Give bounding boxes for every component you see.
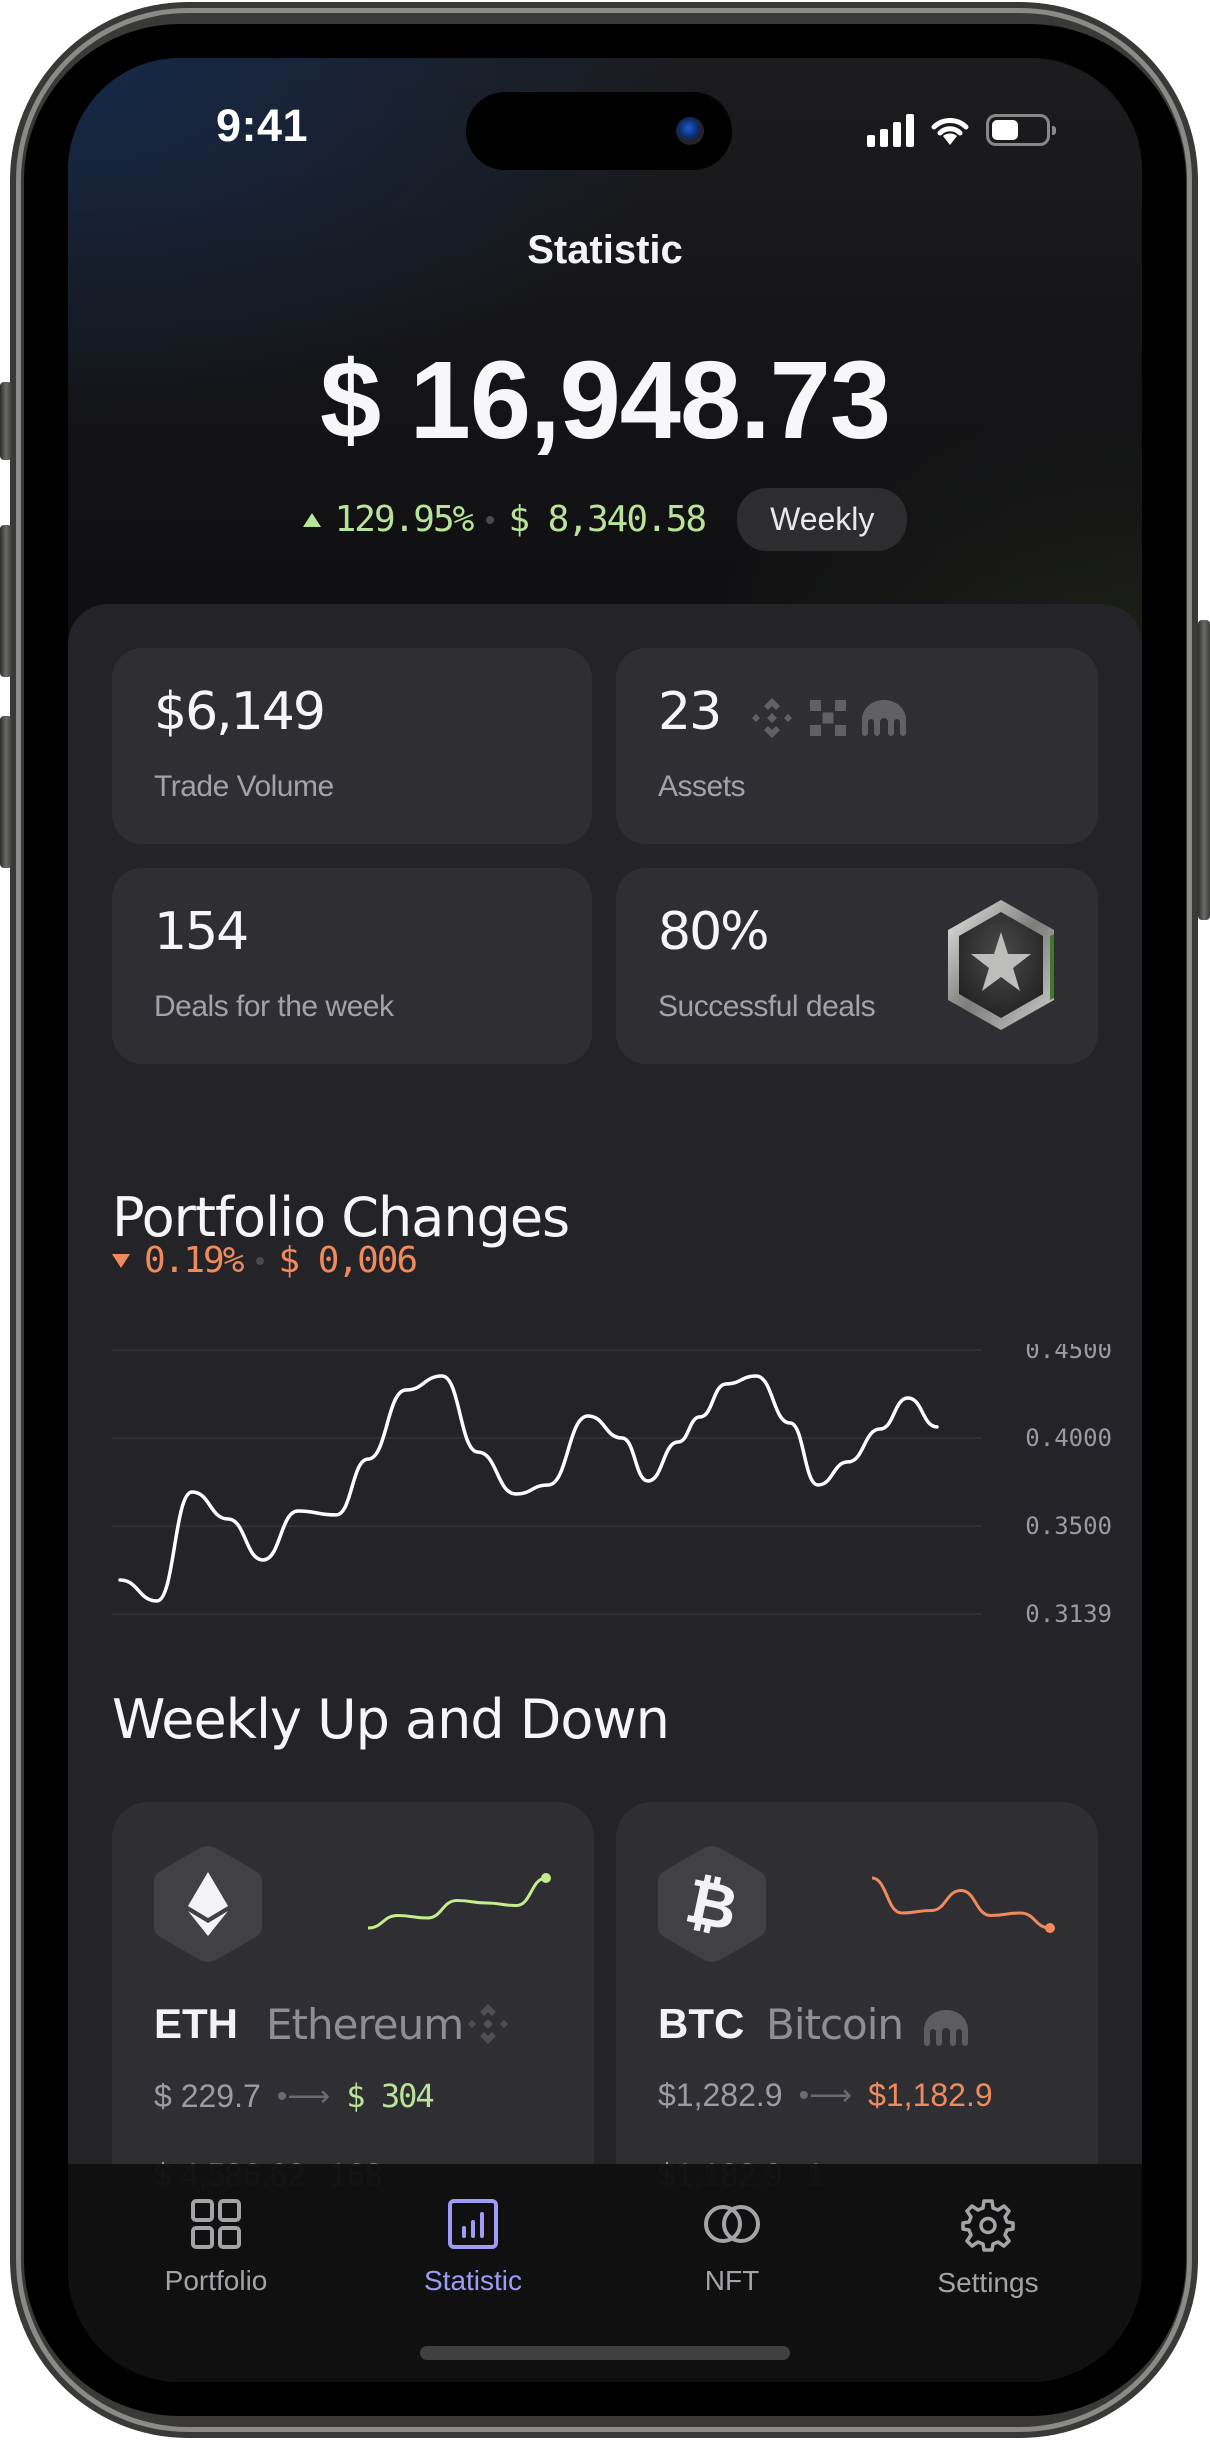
star-badge-icon [948,900,1054,1030]
coin-symbol: ETH [154,2000,238,2047]
period-selector-button[interactable]: Weekly [737,488,908,551]
y-tick-label: 0.4500 [1025,1344,1112,1364]
status-icons [867,113,1056,147]
sparkline-path [367,1876,547,1930]
status-time: 9:41 [216,100,309,151]
portfolio-line-chart[interactable]: 0.4500 0.4000 0.3500 0.3139 [112,1344,1122,1624]
btc-sparkline [871,1876,1055,1933]
eth-sparkline [367,1873,551,1930]
balance-change-amount: $ 8,340.58 [508,499,707,540]
triangle-up-icon [302,512,321,527]
stat-label: Deals for the week [154,990,394,1023]
home-indicator[interactable] [420,2346,790,2360]
coin-symbol: BTC [658,2000,745,2047]
power-button [1198,620,1210,920]
stat-value: 80% [658,902,770,962]
tab-settings[interactable]: Settings [888,2198,1088,2299]
sparkline-end-dot [541,1873,551,1883]
stat-label: Successful deals [658,990,876,1023]
separator-dot [486,515,495,524]
rings-icon [704,2205,760,2243]
bar-chart-icon [448,2199,498,2249]
sparkline-path [871,1876,1051,1930]
price-from: $1,282.9 [658,2077,783,2113]
arrow-right-icon: •⟶ [798,2079,853,2112]
app-screen: 9:41 Statistic $ 16,948.73 129.95% $ 8,3… [68,58,1142,2382]
volume-up-button [0,525,12,677]
stat-value: $6,149 [154,682,326,742]
balance-change: 129.95% $ 8,340.58 Weekly [68,488,1142,551]
grid-icon [191,2199,241,2249]
page-title: Statistic [527,228,683,272]
stat-label: Assets [658,770,746,803]
coin-name: Bitcoin [766,2000,904,2049]
price-change: $ 229.7 •⟶ $ 304 [154,2077,435,2115]
kraken-icon [924,2010,968,2046]
portfolio-change-percent: 0.19% [144,1240,244,1281]
stat-card-deals[interactable]: 154 Deals for the week [112,868,592,1064]
hexagon-badge: ₿ [658,1846,766,1962]
binance-icon [468,2004,508,2044]
stat-value: 154 [154,902,249,962]
triangle-down-icon [112,1253,130,1268]
total-balance: $ 16,948.73 [319,339,891,462]
tab-label: Statistic [423,2265,523,2296]
coin-card-eth[interactable]: ETH Ethereum $ 229.7 •⟶ $ 304 $ 4,586.62… [112,1802,594,2222]
binance-icon [752,698,792,738]
tab-label: NFT [704,2265,760,2296]
price-to: $1,182.9 [868,2077,993,2113]
tab-label: Settings [937,2267,1039,2298]
silence-switch [0,382,12,460]
sparkline-end-dot [1045,1923,1055,1933]
weekly-title: Weekly Up and Down [112,1688,670,1751]
hexagon-badge [154,1846,262,1962]
price-to: $ 304 [346,2077,434,2115]
tab-nft[interactable]: NFT [632,2198,832,2297]
dynamic-island [466,92,732,170]
coin-card-btc[interactable]: ₿ BTC Bitcoin $1,282.9 •⟶ $1,182.9 $1,18… [616,1802,1098,2222]
signal-icon [867,113,914,147]
coin-name: Ethereum [266,2000,464,2049]
volume-down-button [0,716,12,868]
tab-portfolio[interactable]: Portfolio [116,2198,316,2297]
y-tick-label: 0.4000 [1025,1424,1112,1452]
y-tick-label: 0.3500 [1025,1512,1112,1540]
tab-statistic[interactable]: Statistic [373,2198,573,2297]
wifi-icon [931,118,969,145]
stat-card-successful-deals[interactable]: 80% Successful deals [616,868,1098,1064]
balance-change-percent: 129.95% [334,499,475,540]
portfolio-series-line [118,1374,939,1603]
stat-card-trade-volume[interactable]: $6,149 Trade Volume [112,648,592,844]
y-tick-label: 0.3139 [1025,1600,1112,1624]
portfolio-change-amount: $ 0,006 [278,1240,418,1281]
okx-icon [810,700,846,736]
portfolio-change: 0.19% $ 0,006 [112,1240,418,1281]
battery-icon [986,114,1056,146]
tab-label: Portfolio [164,2265,268,2296]
gear-icon [961,2199,1015,2252]
kraken-icon [862,700,906,736]
exchange-icons [750,696,906,740]
stat-label: Trade Volume [154,770,334,803]
price-from: $ 229.7 [154,2077,261,2114]
stat-card-assets[interactable]: 23 Assets [616,648,1098,844]
arrow-right-icon: •⟶ [276,2079,331,2113]
battery-level [992,120,1018,140]
separator-dot [256,1256,265,1265]
camera-icon [676,117,704,145]
stat-value: 23 [658,682,722,742]
price-change: $1,282.9 •⟶ $1,182.9 [658,2077,993,2114]
